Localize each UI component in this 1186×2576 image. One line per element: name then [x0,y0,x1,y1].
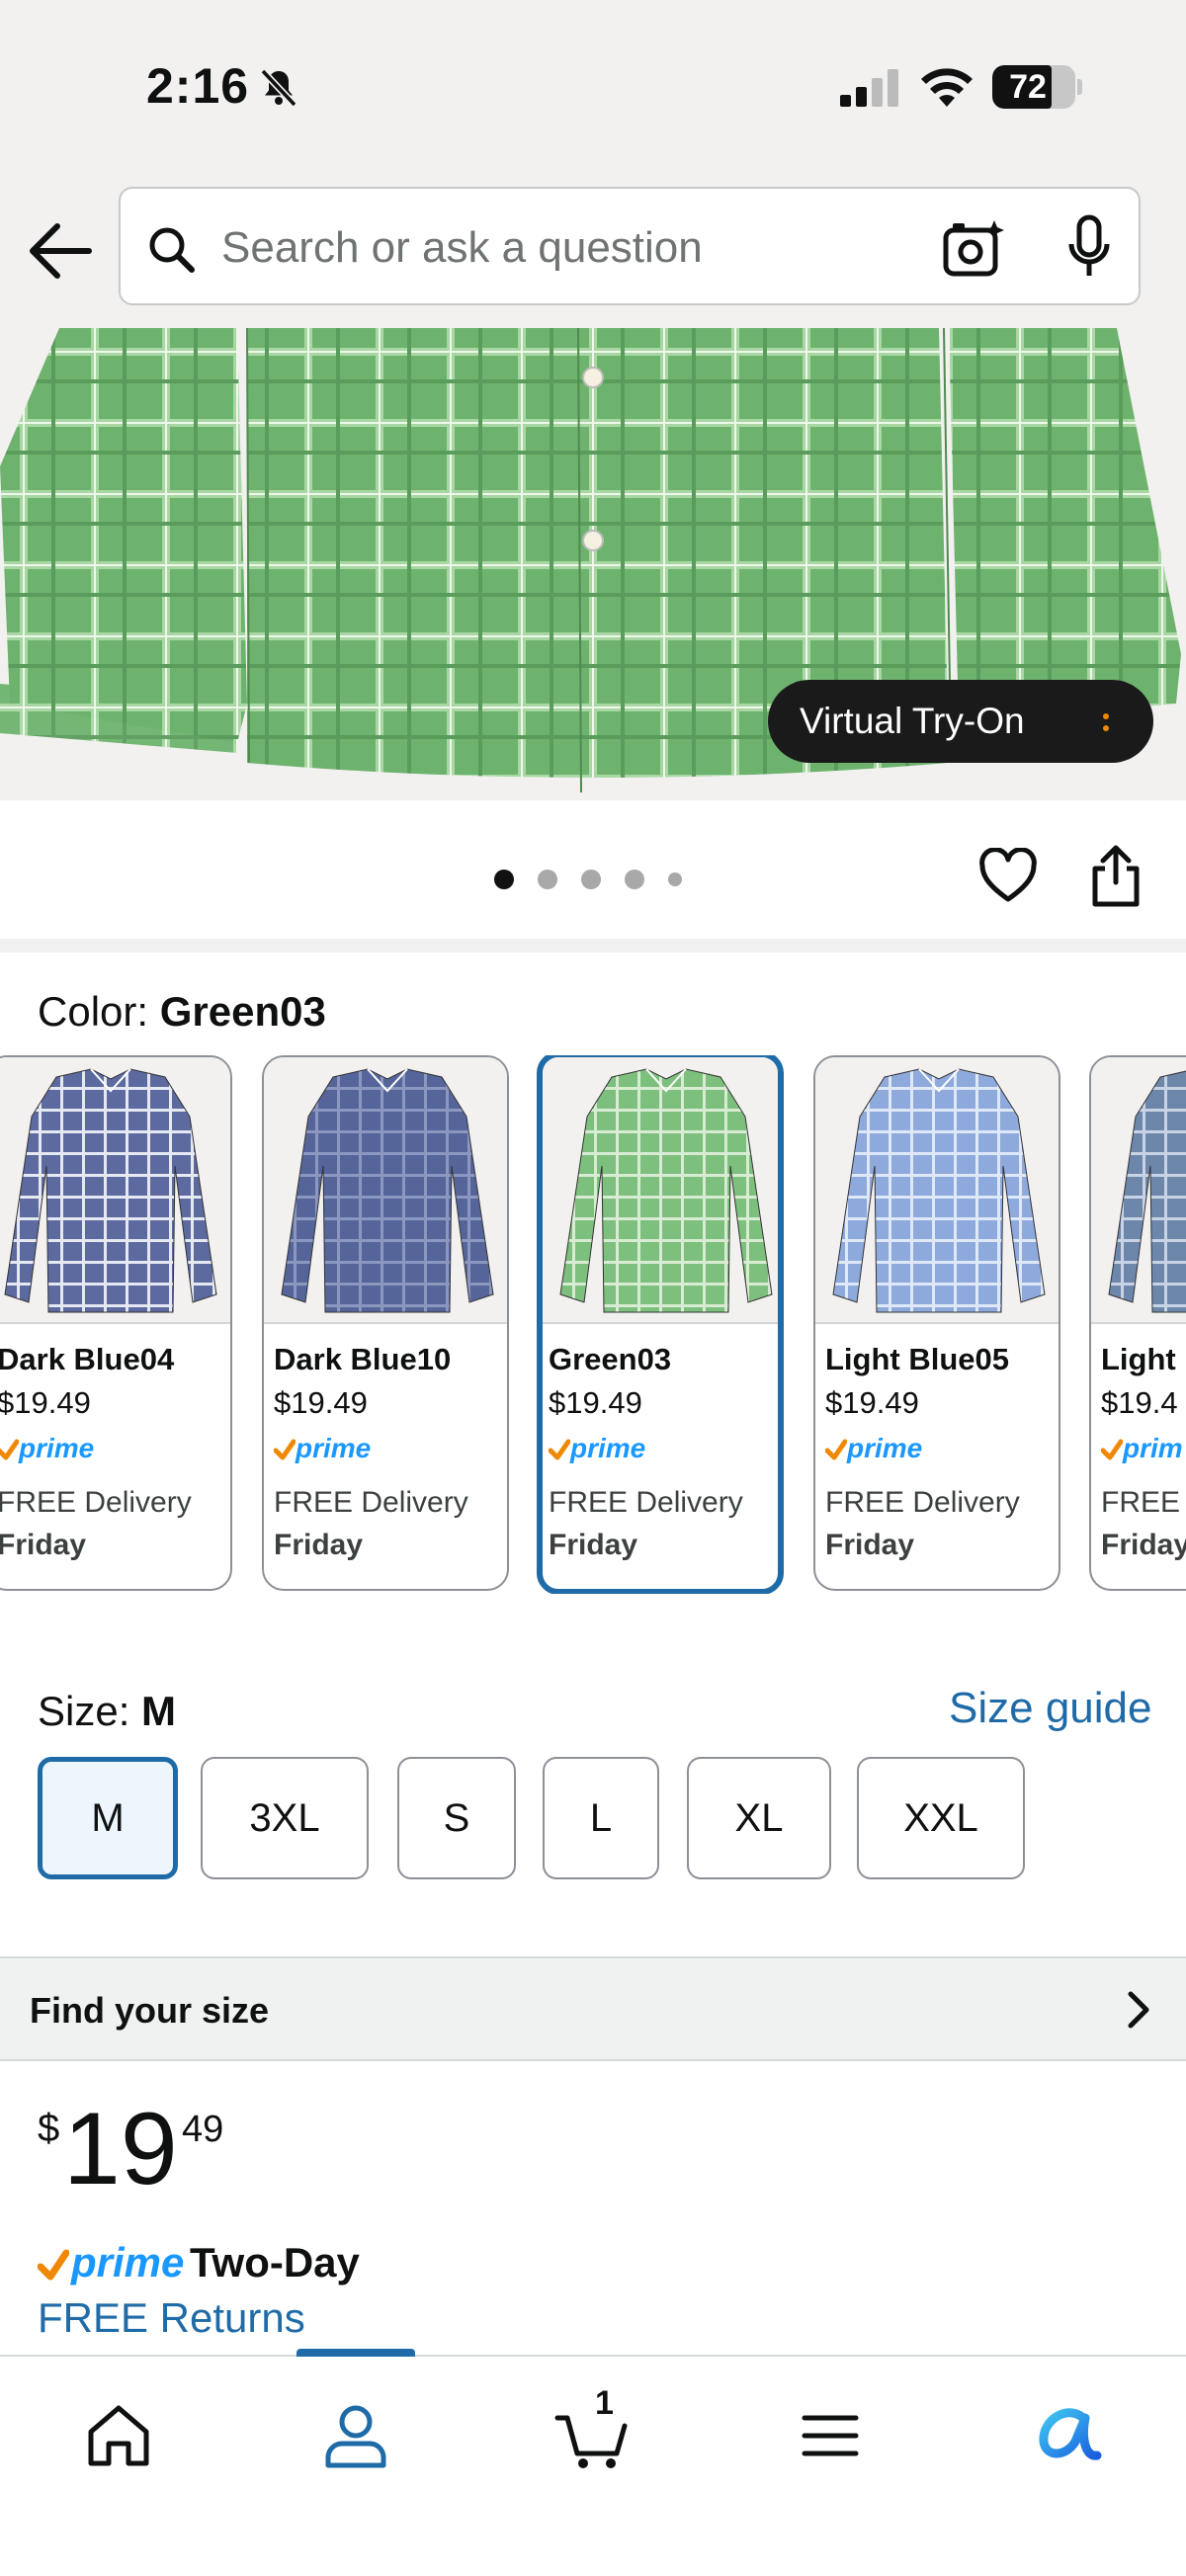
swatch-price: $19.4 [1101,1385,1178,1420]
prime-check-icon [1101,1439,1123,1460]
swatch-price: $19.49 [0,1385,91,1420]
wifi-icon [921,68,973,107]
color-swatch-list[interactable]: Dark Blue04 $19.49 prime FREE Delivery Frida… [0,1055,1186,1594]
search-icon [149,227,195,273]
swatch-delivery: FREE Delivery [0,1486,192,1519]
swatch-color-name: Light [1101,1342,1176,1376]
color-swatch[interactable]: Dark Blue04 $19.49 prime FREE Delivery Frida… [0,1055,232,1591]
virtual-try-on-button[interactable]: Virtual Try-On [768,680,1153,763]
swatch-price: $19.49 [825,1385,919,1420]
swatch-shirt-image [0,1057,230,1324]
menu-icon[interactable] [791,2396,870,2475]
shipping-speed: Two-Day [190,2239,360,2285]
size-option-s[interactable]: S [397,1757,516,1879]
prime-check-icon [549,1439,570,1460]
active-tab-indicator [296,2349,415,2357]
sparkle-icon [1103,713,1109,731]
size-option-m[interactable]: M [38,1757,178,1879]
cellular-signal-icon [840,69,898,107]
size-option-xl[interactable]: XL [687,1757,831,1879]
pagination-dot[interactable] [625,870,644,889]
swatch-price: $19.49 [549,1385,642,1420]
swatch-delivery-day: Friday [825,1529,915,1561]
swatch-shirt-image [1091,1057,1186,1324]
prime-logo: prime [71,2239,185,2285]
search-header [0,173,1186,328]
color-swatch[interactable]: Dark Blue10 $19.49 prime FREE Delivery Frida… [262,1055,509,1591]
color-label: Color: Green03 [38,988,326,1035]
swatch-shirt-image [815,1057,1059,1324]
section-divider [0,939,1186,953]
home-icon[interactable] [79,2396,158,2475]
share-icon[interactable] [1089,845,1143,908]
swatch-delivery: FREE Delivery [549,1486,743,1519]
swatch-delivery-day: Friday [0,1529,87,1561]
swatch-delivery: FREE Delivery [274,1486,468,1519]
swatch-shirt-image [543,1057,778,1324]
price-symbol: $ [38,2107,60,2150]
cart-icon[interactable] [553,2396,633,2475]
swatch-color-name: Dark Blue04 [0,1342,175,1376]
size-option-3xl[interactable]: 3XL [201,1757,369,1879]
swatch-delivery-day: Friday [274,1529,364,1561]
color-swatch[interactable]: Light Blue05 $19.49 prime FREE Delivery Frid… [813,1055,1060,1591]
swatch-shirt-image [264,1057,507,1324]
swatch-color-name: Light Blue05 [825,1342,1010,1376]
prime-check-icon [0,1439,19,1460]
selected-color: Green03 [159,988,326,1035]
color-swatch[interactable]: Green03 $19.49 prime FREE Delivery Friday [537,1055,784,1594]
search-box[interactable] [119,187,1141,305]
size-guide-link[interactable]: Size guide [949,1684,1151,1733]
microphone-icon[interactable] [1067,214,1111,280]
prime-check-icon [38,2249,69,2281]
swatch-delivery: FREE [1101,1486,1181,1519]
status-time: 2:16 [146,58,250,114]
chevron-right-icon [1128,1991,1149,2029]
free-returns-link[interactable]: FREE Returns [38,2294,305,2342]
swatch-color-name: Green03 [549,1342,672,1376]
pagination-dot[interactable] [538,870,557,889]
bottom-nav: 1 [0,2349,1186,2576]
pagination-dot[interactable] [494,870,514,889]
find-your-size-row[interactable]: Find your size [0,1956,1186,2061]
rufus-icon[interactable] [1028,2396,1107,2475]
prime-check-icon [825,1439,847,1460]
size-option-xxl[interactable]: XXL [857,1757,1025,1879]
search-input[interactable] [221,218,834,278]
size-label: Size: M [38,1688,177,1734]
pagination-dot[interactable] [581,870,601,889]
camera-lens-icon[interactable] [943,218,1006,278]
color-swatch[interactable]: Light $19.4 prim FREE Friday [1089,1055,1186,1591]
swatch-price: $19.49 [274,1385,368,1420]
selected-size: M [141,1688,177,1734]
cart-count-badge: 1 [595,2384,614,2422]
price-whole: 19 [63,2092,178,2206]
price-fraction: 49 [182,2109,224,2150]
bell-muted-icon [260,68,297,108]
battery-icon: 72 [992,65,1082,109]
swatch-delivery: FREE Delivery [825,1486,1020,1519]
account-icon[interactable] [316,2396,395,2475]
swatch-delivery-day: Friday [549,1529,638,1561]
find-your-size-label: Find your size [30,1990,270,2031]
back-arrow-icon[interactable] [22,212,99,290]
prime-check-icon [274,1439,296,1460]
heart-icon[interactable] [978,848,1038,907]
status-bar: 2:16 72 [0,0,1186,173]
size-option-l[interactable]: L [543,1757,659,1879]
pagination-dot[interactable] [668,873,682,886]
swatch-delivery-day: Friday [1101,1529,1186,1561]
battery-percent: 72 [1009,68,1047,106]
swatch-color-name: Dark Blue10 [274,1342,452,1376]
